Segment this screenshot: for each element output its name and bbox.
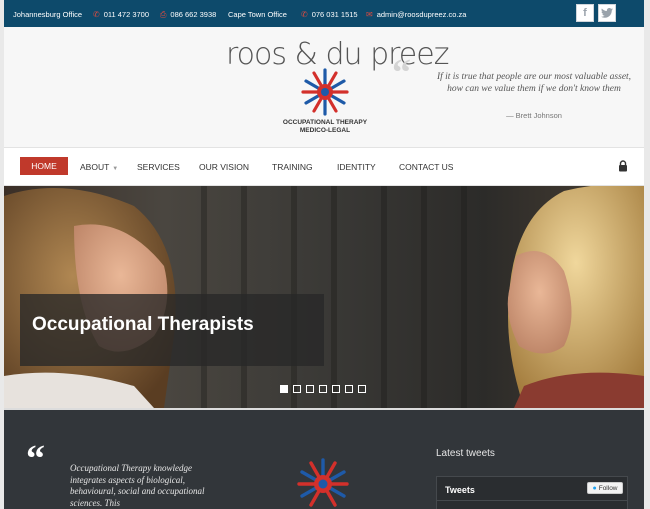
follow-button[interactable]: ● Follow [587, 482, 623, 494]
slider-dot-5[interactable] [332, 385, 340, 393]
ct-phone-number: 076 031 1515 [311, 10, 358, 19]
jhb-phone-number: 011 472 3700 [103, 10, 150, 19]
slider-dot-2[interactable] [293, 385, 301, 393]
slider-dot-7[interactable] [358, 385, 366, 393]
twitter-bird-glyph [601, 8, 613, 18]
nav-item-about-label: ABOUT [80, 162, 110, 172]
phone-icon: ✆ [301, 9, 308, 19]
slider-dot-1[interactable] [280, 385, 288, 393]
nav-item-training[interactable]: TRAINING [272, 162, 313, 172]
nav-item-identity[interactable]: IDENTITY [337, 162, 376, 172]
fax-number[interactable]: ⎙ 086 662 3938 [160, 10, 216, 19]
email-text: admin@roosdupreez.co.za [376, 10, 467, 19]
hero-caption: Occupational Therapists [20, 294, 324, 366]
nav-item-about[interactable]: ABOUT ▼ [80, 162, 118, 172]
phone-icon: ✆ [93, 9, 100, 19]
site-header: roos & du preez OCCUPATIONAL THERAPY MED… [4, 27, 644, 147]
nav-item-our-vision[interactable]: OUR VISION [199, 162, 249, 172]
johannesburg-office-label: Johannesburg Office [13, 10, 83, 19]
lock-icon[interactable] [618, 160, 628, 172]
fax-icon: ⎙ [160, 9, 167, 19]
facebook-glyph: f [583, 7, 587, 19]
quote-mark-icon: “ [392, 52, 411, 94]
fax-number-text: 086 662 3938 [170, 10, 217, 19]
envelope-icon: ✉ [366, 9, 373, 19]
facebook-icon[interactable]: f [576, 4, 594, 22]
hero-slider[interactable]: Occupational Therapists [4, 186, 644, 408]
slider-dots [280, 385, 366, 393]
capetown-office-label: Cape Town Office [228, 10, 287, 19]
nav-item-services[interactable]: SERVICES [137, 162, 180, 172]
nav-item-home[interactable]: HOME [20, 157, 68, 175]
twitter-icon[interactable] [598, 4, 616, 22]
hero-caption-text: Occupational Therapists [32, 314, 254, 335]
header-quote-text: If it is true that people are our most v… [436, 72, 632, 95]
logo-hands-icon[interactable] [300, 67, 350, 117]
slider-dot-4[interactable] [319, 385, 327, 393]
jhb-phone[interactable]: ✆ 011 472 3700 [93, 10, 149, 19]
divider [437, 500, 627, 501]
footer-quote-text: Occupational Therapy knowledge integrate… [70, 463, 205, 509]
tweets-widget-title: Tweets [445, 485, 475, 495]
footer-section: “ Occupational Therapy knowledge integra… [4, 408, 644, 509]
nav-item-contact-us[interactable]: CONTACT US [399, 162, 453, 172]
slider-dot-6[interactable] [345, 385, 353, 393]
email-link[interactable]: ✉ admin@roosdupreez.co.za [366, 10, 466, 19]
follow-button-label: Follow [598, 484, 618, 492]
tweets-widget[interactable]: Tweets ● Follow [436, 476, 628, 509]
header-quote-author: — Brett Johnson [506, 111, 562, 120]
chevron-down-icon: ▼ [112, 166, 119, 172]
slider-dot-3[interactable] [306, 385, 314, 393]
twitter-bird-icon: ● [592, 484, 597, 492]
main-nav: HOME ABOUT ▼ SERVICES OUR VISION TRAINING… [4, 147, 644, 186]
footer-logo-icon [297, 458, 349, 507]
top-bar: Johannesburg Office ✆ 011 472 3700 ⎙ 086… [4, 0, 644, 27]
ct-phone[interactable]: ✆ 076 031 1515 [301, 10, 358, 19]
logo-subtitle: OCCUPATIONAL THERAPY MEDICO-LEGAL [282, 119, 368, 135]
quote-mark-icon: “ [26, 438, 45, 480]
latest-tweets-title: Latest tweets [436, 448, 495, 459]
